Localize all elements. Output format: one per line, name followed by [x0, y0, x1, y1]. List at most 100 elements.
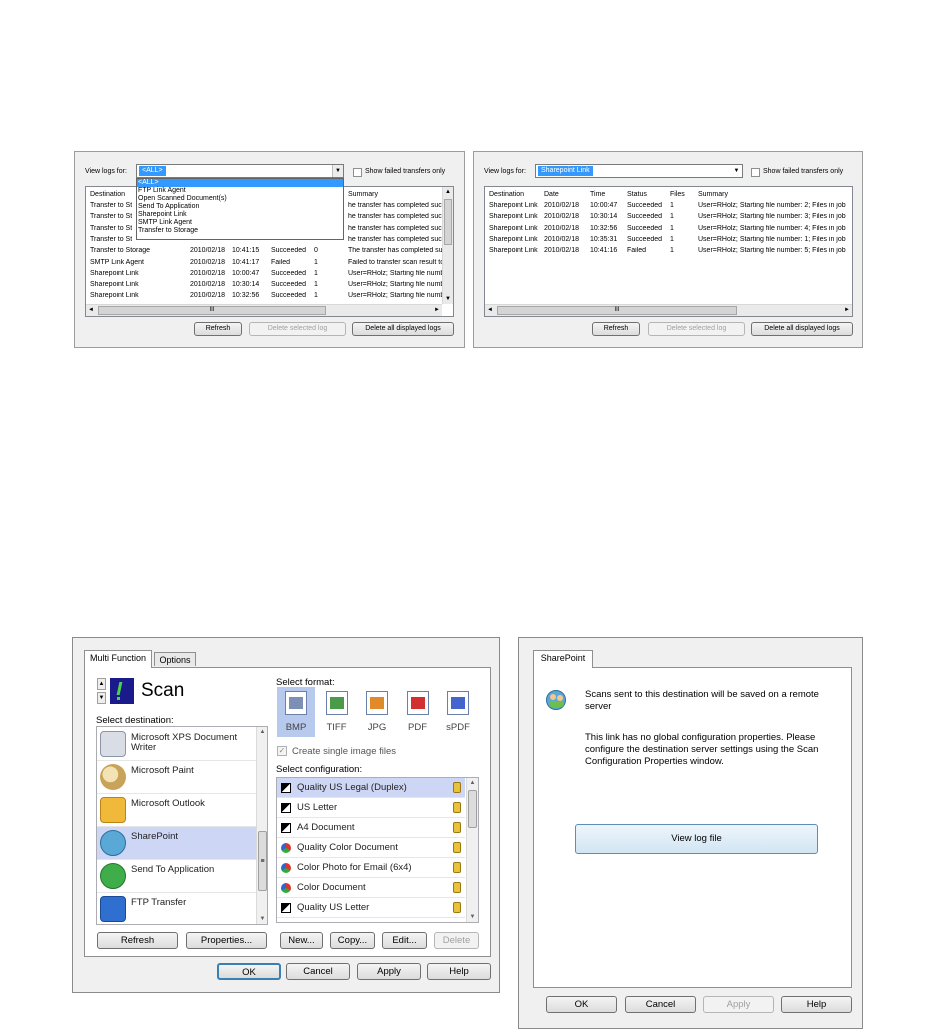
format-bmp[interactable]: BMP: [277, 687, 315, 737]
column-header-time[interactable]: Time: [590, 191, 605, 198]
table-row[interactable]: Sharepoint Link 2010/02/18 10:41:16 Failed 1…: [485, 246, 852, 257]
help-button[interactable]: Help: [781, 996, 852, 1013]
table-row[interactable]: Sharepoint Link 2010/02/18 10:32:56 Succeed…: [86, 291, 453, 302]
configuration-list[interactable]: ▲ ▼ Quality US Legal (Duplex) US Letter A4…: [276, 777, 479, 923]
column-header-files[interactable]: Files: [670, 191, 685, 198]
format-pdf[interactable]: PDF: [399, 687, 437, 737]
hscroll-thumb[interactable]: III: [98, 306, 326, 315]
scan-down-icon[interactable]: ▼: [97, 692, 106, 704]
table-row[interactable]: SMTP Link Agent 2010/02/18 10:41:17 Failed 1…: [86, 258, 453, 269]
apply-button[interactable]: Apply: [703, 996, 774, 1013]
destination-item[interactable]: Microsoft Outlook: [97, 794, 256, 827]
destination-item[interactable]: Send To Application: [97, 860, 256, 893]
table-row[interactable]: Sharepoint Link 2010/02/18 10:00:47 Succeed…: [86, 269, 453, 280]
table-row[interactable]: Transfer to Storage 2010/02/18 10:41:15 Suc…: [86, 246, 453, 257]
dropdown-option[interactable]: Sharepoint Link: [137, 211, 343, 219]
column-header-status[interactable]: Status: [627, 191, 647, 198]
delete-all-logs-button[interactable]: Delete all displayed logs: [751, 322, 853, 336]
tab-options[interactable]: Options: [154, 652, 196, 666]
destination-item[interactable]: SharePoint: [97, 827, 256, 860]
column-header-summary[interactable]: Summary: [348, 191, 378, 198]
scroll-thumb[interactable]: ≡: [258, 831, 267, 891]
view-logs-combo[interactable]: Sharepoint Link ▼: [535, 164, 743, 178]
edit-button[interactable]: Edit...: [382, 932, 427, 949]
view-log-file-button[interactable]: View log file: [575, 824, 818, 854]
format-tiff[interactable]: TIFF: [318, 687, 356, 737]
configuration-item[interactable]: US Letter: [277, 798, 465, 818]
log-table[interactable]: Destination Date Time Status Files Summa…: [484, 186, 853, 317]
column-header-destination[interactable]: Destination: [489, 191, 524, 198]
table-row[interactable]: Sharepoint Link 2010/02/18 10:00:47 Succeed…: [485, 201, 852, 212]
configuration-item[interactable]: A4 Document: [277, 818, 465, 838]
destination-scrollbar[interactable]: ▲ ≡ ▼: [256, 727, 267, 924]
destination-list[interactable]: ▲ ≡ ▼ Microsoft XPS Document Writer Micro…: [96, 726, 268, 925]
show-failed-checkbox[interactable]: [751, 168, 760, 177]
horizontal-scrollbar[interactable]: ◄ III ►: [86, 304, 442, 316]
ok-button[interactable]: OK: [546, 996, 617, 1013]
show-failed-checkbox[interactable]: [353, 168, 362, 177]
apply-button[interactable]: Apply: [357, 963, 421, 980]
hscroll-thumb[interactable]: III: [497, 306, 737, 315]
scroll-down-icon[interactable]: ▼: [257, 914, 267, 924]
scroll-thumb[interactable]: [444, 199, 452, 245]
new-button[interactable]: New...: [280, 932, 323, 949]
destination-item[interactable]: FTP Transfer: [97, 893, 256, 924]
table-row[interactable]: Sharepoint Link 2010/02/18 10:30:14 Succeed…: [86, 280, 453, 291]
table-row[interactable]: Sharepoint Link 2010/02/18 10:35:31 Succeed…: [485, 235, 852, 246]
ok-button[interactable]: OK: [217, 963, 281, 980]
scroll-left-icon[interactable]: ◄: [487, 307, 493, 313]
scroll-thumb[interactable]: [468, 790, 477, 828]
single-image-checkbox[interactable]: ✓: [277, 746, 287, 756]
delete-all-logs-button[interactable]: Delete all displayed logs: [352, 322, 454, 336]
view-logs-dropdown[interactable]: <ALL> FTP Link Agent Open Scanned Document…: [136, 178, 344, 240]
format-spdf[interactable]: sPDF: [439, 687, 477, 737]
delete-button[interactable]: Delete: [434, 932, 479, 949]
table-row[interactable]: Sharepoint Link 2010/02/18 10:32:56 Succeed…: [485, 224, 852, 235]
vertical-scrollbar[interactable]: ▲ ▼: [442, 187, 453, 304]
copy-button[interactable]: Copy...: [330, 932, 375, 949]
scroll-down-icon[interactable]: ▼: [443, 294, 453, 304]
delete-selected-log-button[interactable]: Delete selected log: [648, 322, 745, 336]
configuration-item[interactable]: Quality Color Document: [277, 838, 465, 858]
destination-item[interactable]: Microsoft Paint: [97, 761, 256, 794]
dropdown-option[interactable]: FTP Link Agent: [137, 187, 343, 195]
scan-up-icon[interactable]: ▲: [97, 678, 106, 690]
chevron-down-icon[interactable]: ▼: [332, 165, 343, 177]
scroll-up-icon[interactable]: ▲: [257, 727, 267, 737]
refresh-button[interactable]: Refresh: [194, 322, 242, 336]
cancel-button[interactable]: Cancel: [286, 963, 350, 980]
dropdown-option[interactable]: <ALL>: [137, 179, 343, 187]
dropdown-option[interactable]: Send To Application: [137, 203, 343, 211]
help-button[interactable]: Help: [427, 963, 491, 980]
refresh-button[interactable]: Refresh: [592, 322, 640, 336]
scroll-left-icon[interactable]: ◄: [88, 307, 94, 313]
dropdown-option[interactable]: SMTP Link Agent: [137, 219, 343, 227]
cancel-button[interactable]: Cancel: [625, 996, 696, 1013]
configuration-item[interactable]: Quality US Legal (Duplex): [277, 778, 465, 798]
configuration-scrollbar[interactable]: ▲ ▼: [466, 778, 478, 922]
delete-selected-log-button[interactable]: Delete selected log: [249, 322, 346, 336]
refresh-button[interactable]: Refresh: [97, 932, 178, 949]
tab-sharepoint[interactable]: SharePoint: [533, 650, 593, 668]
column-header-destination[interactable]: Destination: [90, 191, 125, 198]
scroll-up-icon[interactable]: ▲: [443, 187, 453, 197]
dropdown-option[interactable]: Transfer to Storage: [137, 227, 343, 235]
tab-multi-function[interactable]: Multi Function: [84, 650, 152, 668]
configuration-item[interactable]: Quality US Letter: [277, 898, 465, 918]
scroll-up-icon[interactable]: ▲: [467, 778, 478, 788]
dropdown-option[interactable]: Open Scanned Document(s): [137, 195, 343, 203]
configuration-item[interactable]: Color Photo for Email (6x4): [277, 858, 465, 878]
format-jpg[interactable]: JPG: [358, 687, 396, 737]
view-logs-combo[interactable]: <ALL> ▼: [136, 164, 344, 178]
properties-button[interactable]: Properties...: [186, 932, 267, 949]
destination-item[interactable]: Microsoft XPS Document Writer: [97, 728, 256, 761]
configuration-item[interactable]: Color Document: [277, 878, 465, 898]
column-header-summary[interactable]: Summary: [698, 191, 728, 198]
scroll-down-icon[interactable]: ▼: [467, 912, 478, 922]
column-header-date[interactable]: Date: [544, 191, 559, 198]
chevron-down-icon[interactable]: ▼: [731, 165, 742, 177]
horizontal-scrollbar[interactable]: ◄ III ►: [485, 304, 852, 316]
table-row[interactable]: Sharepoint Link 2010/02/18 10:30:14 Succeed…: [485, 212, 852, 223]
scroll-right-icon[interactable]: ►: [844, 307, 850, 313]
scroll-right-icon[interactable]: ►: [434, 307, 440, 313]
